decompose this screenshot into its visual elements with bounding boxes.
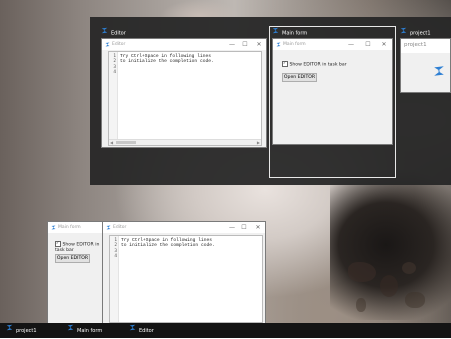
app-icon <box>106 225 111 232</box>
scroll-left-icon: ◀ <box>110 140 114 145</box>
taskbar-item-main-form[interactable]: Main form <box>67 323 123 338</box>
wallpaper-detail <box>380 275 398 297</box>
main-form-window[interactable]: Main form Show EDITOR in task bar Open E… <box>47 221 105 325</box>
maximize-button[interactable]: ☐ <box>239 222 249 233</box>
wallpaper-detail <box>402 262 416 274</box>
wallpaper-detail <box>348 262 376 282</box>
switcher-project-thumbnail[interactable]: project1 <box>400 38 451 93</box>
horizontal-scrollbar: ◀ ▶ <box>109 139 261 145</box>
show-editor-checkbox: Show EDITOR in task bar <box>282 60 347 68</box>
checkbox-checked-icon <box>282 60 288 67</box>
app-icon <box>67 323 74 338</box>
scroll-right-icon: ▶ <box>256 140 260 145</box>
minimize-button: — <box>348 41 354 48</box>
switcher-project-title: project1 <box>410 30 431 37</box>
editor-title: Editor <box>113 225 127 230</box>
editor-titlebar[interactable]: Editor — ☐ ✕ <box>103 222 265 233</box>
editor-titlebar: Editor — ☐ ✕ <box>102 39 266 50</box>
main-form-titlebar: Main form — ☐ ✕ <box>273 39 392 50</box>
taskbar-item-editor[interactable]: Editor <box>129 323 179 338</box>
switcher-main-form-thumbnail[interactable]: Main form — ☐ ✕ Show EDITOR in task bar … <box>272 38 393 145</box>
taskbar-item-label: Editor <box>139 328 154 334</box>
code-editor: 1 2 3 4 Try Ctrl+Space in following line… <box>108 51 262 146</box>
app-icon <box>6 323 13 338</box>
taskbar-item-label: project1 <box>16 328 37 334</box>
code-text: Try Ctrl+Space in following lines to ini… <box>120 54 214 65</box>
code-editor[interactable]: 1 2 3 4 Try Ctrl+Space in following line… <box>109 235 263 323</box>
taskbar-item-project1[interactable]: project1 <box>6 323 62 338</box>
main-form-titlebar[interactable]: Main form <box>48 222 104 233</box>
main-form-title: Main form <box>283 42 306 47</box>
close-button: ✕ <box>256 41 262 48</box>
checkbox-checked-icon[interactable] <box>55 240 61 247</box>
line-number-gutter: 1 2 3 4 <box>110 236 119 322</box>
app-logo-icon <box>433 65 445 79</box>
close-button: ✕ <box>381 41 387 48</box>
app-icon <box>276 42 281 49</box>
switcher-editor-thumbnail[interactable]: Editor — ☐ ✕ 1 2 3 4 Try Ctrl+Space in f… <box>101 38 267 148</box>
app-icon <box>51 225 56 232</box>
wallpaper-detail <box>356 298 366 312</box>
wallpaper-detail <box>330 170 451 320</box>
switcher-project-label[interactable]: project1 <box>400 27 451 38</box>
taskbar: project1 Main form Editor <box>0 323 451 338</box>
maximize-button: ☐ <box>242 41 248 48</box>
minimize-button: — <box>229 41 235 48</box>
switcher-main-form-label[interactable]: Main form <box>272 27 392 38</box>
editor-title: Editor <box>112 42 126 47</box>
app-icon <box>129 323 136 338</box>
checkbox-label: Show EDITOR in task bar <box>289 62 347 68</box>
switcher-editor-label[interactable]: Editor <box>101 27 266 38</box>
checkbox-label: Show EDITOR in task bar <box>55 242 100 253</box>
main-form-title: Main form <box>58 225 81 230</box>
app-icon <box>105 42 110 49</box>
maximize-button: ☐ <box>365 41 371 48</box>
editor-window[interactable]: Editor — ☐ ✕ 1 2 3 4 Try Ctrl+Space in f… <box>102 221 266 325</box>
line-number: 4 <box>114 254 117 260</box>
close-button[interactable]: ✕ <box>253 222 263 233</box>
wallpaper-detail <box>405 292 425 308</box>
show-editor-checkbox[interactable]: Show EDITOR in task bar <box>55 240 104 253</box>
open-editor-button[interactable]: Open EDITOR <box>55 254 90 263</box>
project-window-title: project1 <box>404 42 427 48</box>
switcher-main-form-title: Main form <box>282 30 308 37</box>
switcher-editor-title: Editor <box>111 30 126 37</box>
scrollbar-thumb <box>116 141 136 144</box>
line-number-gutter: 1 2 3 4 <box>109 52 118 145</box>
taskbar-item-label: Main form <box>77 328 103 334</box>
code-text[interactable]: Try Ctrl+Space in following lines to ini… <box>121 238 215 249</box>
open-editor-button: Open EDITOR <box>282 73 317 82</box>
minimize-button[interactable]: — <box>227 222 237 233</box>
line-number: 4 <box>113 70 116 76</box>
